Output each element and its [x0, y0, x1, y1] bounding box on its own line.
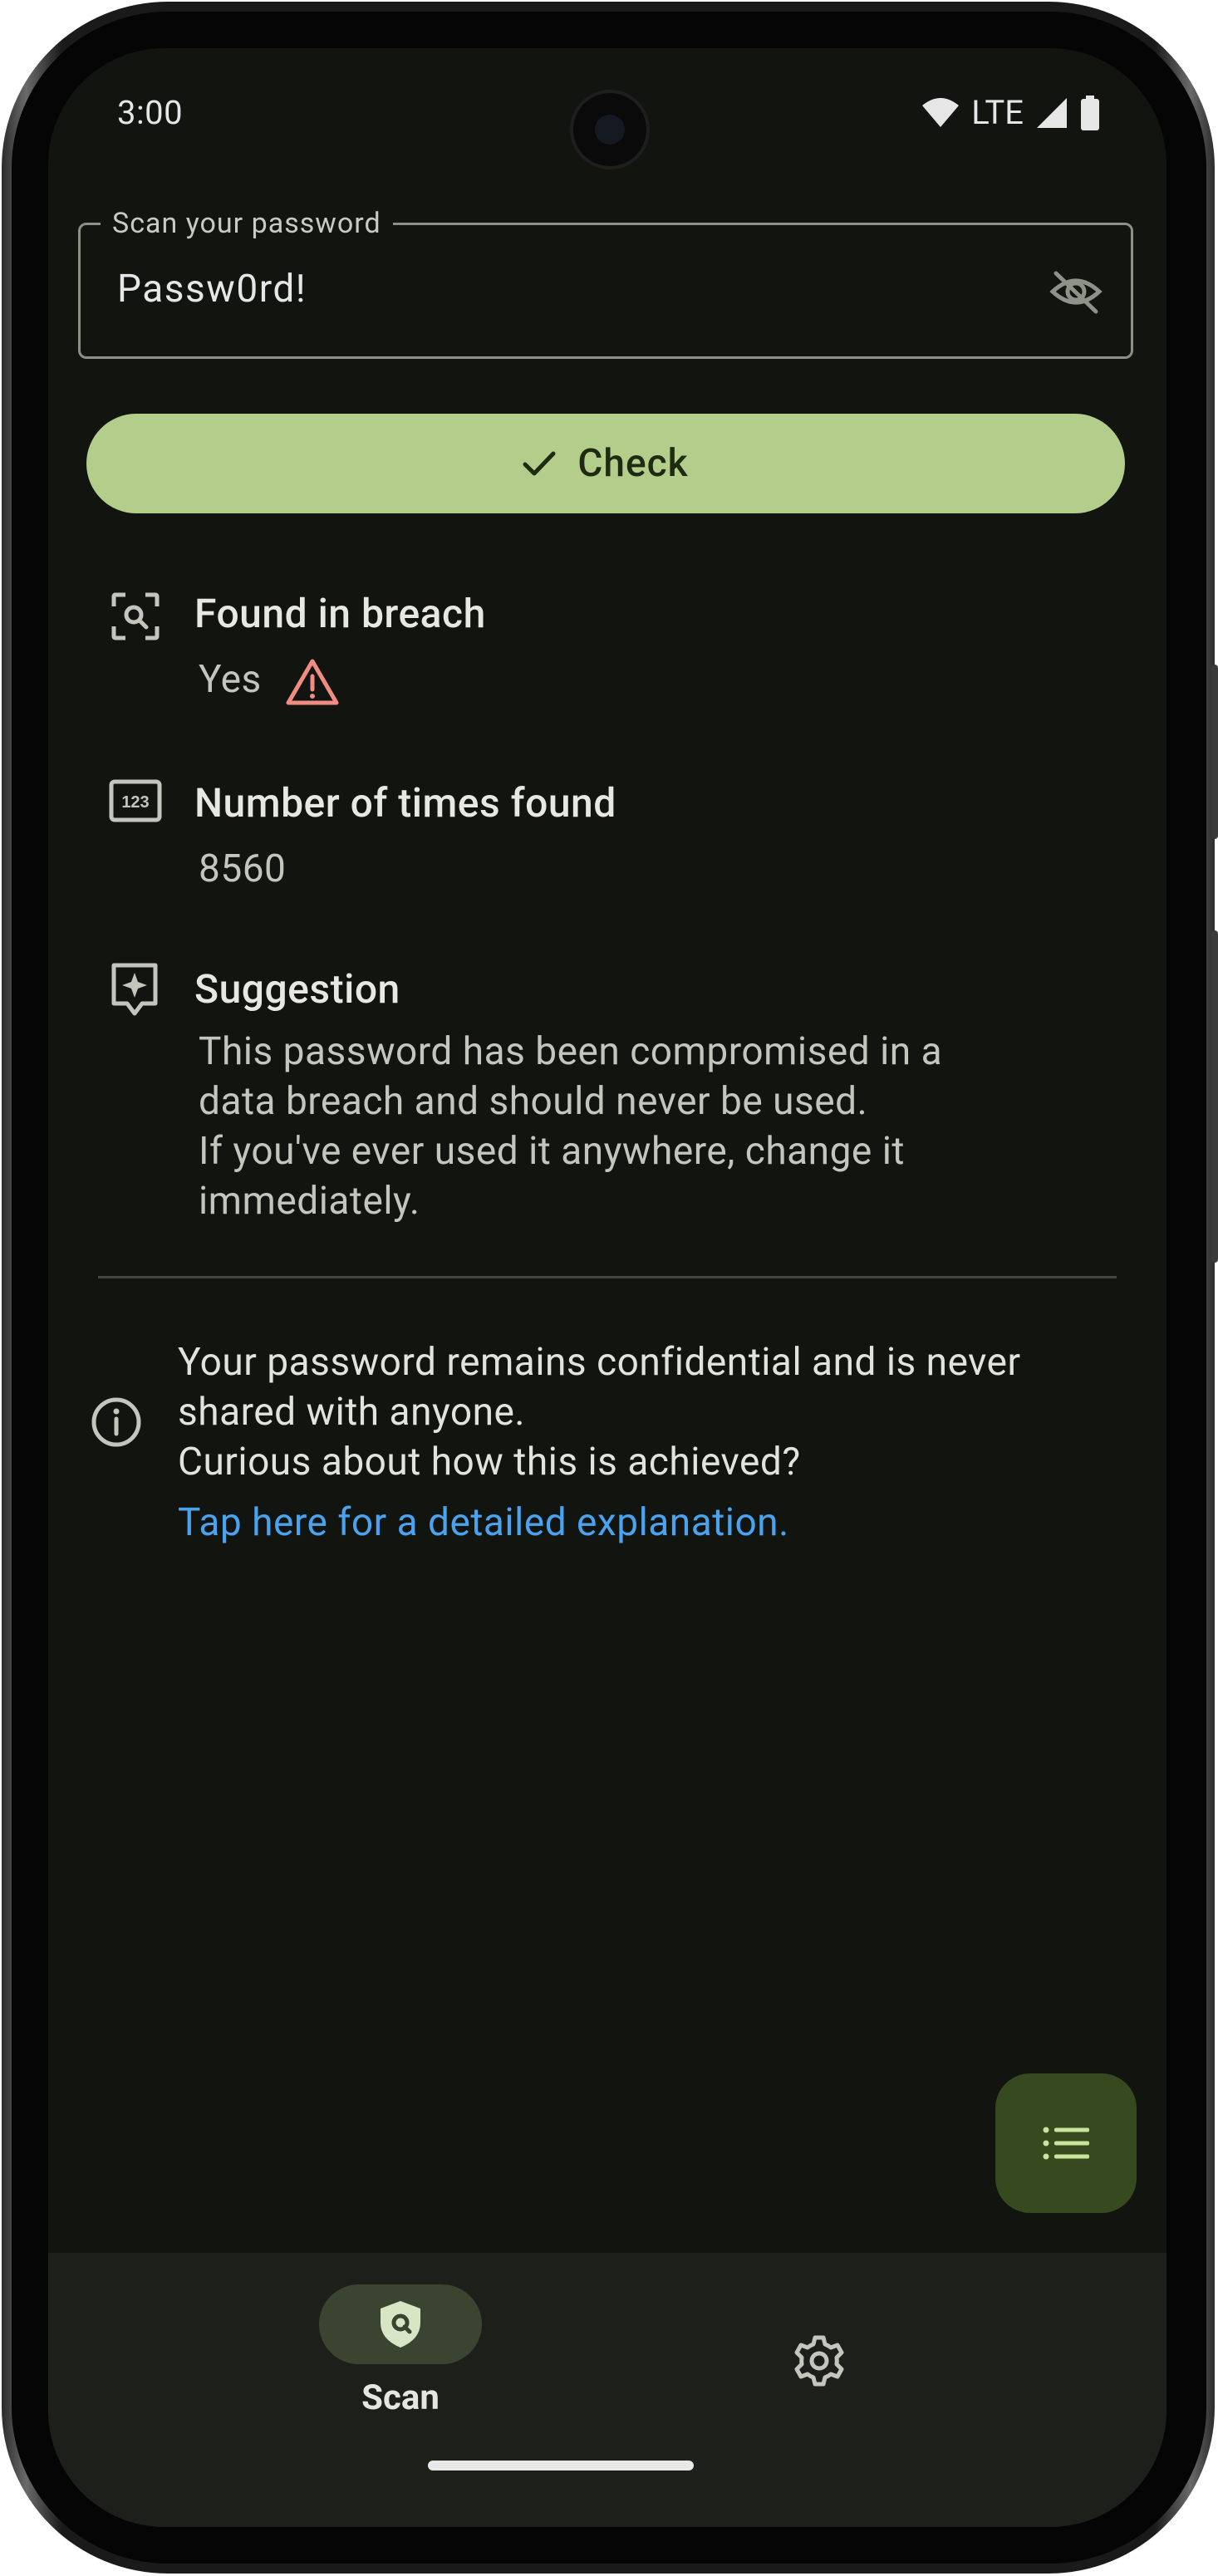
check-button[interactable]: Check — [86, 414, 1125, 513]
volume-button — [1211, 665, 1218, 839]
power-button — [1211, 930, 1218, 1263]
explanation-link[interactable]: Tap here for a detailed explanation. — [178, 1500, 789, 1545]
history-fab[interactable] — [995, 2073, 1137, 2213]
section-divider — [98, 1276, 1117, 1278]
breach-title: Found in breach — [194, 590, 486, 637]
info-line: Curious about how this is achieved? — [178, 1440, 801, 1484]
password-input[interactable]: Scan your password Passw0rd! — [78, 207, 1133, 359]
breach-value: Yes — [199, 657, 262, 702]
nav-item-scan[interactable] — [319, 2284, 482, 2364]
suggestion-title: Suggestion — [194, 965, 400, 1013]
suggestion-line: This password has been compromised in a — [199, 1029, 943, 1074]
password-input-value[interactable]: Passw0rd! — [117, 267, 307, 312]
visibility-off-icon[interactable] — [1049, 268, 1103, 315]
status-icons: LTE — [921, 93, 1100, 132]
home-indicator[interactable] — [428, 2461, 694, 2471]
check-icon — [523, 451, 556, 476]
password-input-label: Scan your password — [101, 207, 393, 240]
suggestion-line: If you've ever used it anywhere, change … — [199, 1129, 905, 1174]
svg-text:123: 123 — [121, 793, 149, 812]
bottom-navigation: Scan — [48, 2253, 1166, 2527]
sparkle-icon — [111, 963, 158, 1016]
gear-icon[interactable] — [793, 2334, 846, 2387]
app-screen: 3:00 LTE Scan your password Passw0rd! Ch… — [48, 48, 1166, 2527]
shield-search-icon — [381, 2301, 420, 2348]
count-value: 8560 — [199, 846, 287, 891]
nav-item-scan-label[interactable]: Scan — [319, 2377, 482, 2418]
battery-icon — [1081, 95, 1099, 130]
network-type: LTE — [971, 93, 1024, 132]
privacy-info-text: Your password remains confidential and i… — [178, 1337, 1117, 1487]
status-time: 3:00 — [117, 93, 184, 132]
suggestion-text: This password has been compromised in a … — [199, 1027, 942, 1226]
suggestion-line: data breach and should never be used. — [199, 1079, 868, 1124]
info-line: Your password remains confidential and i… — [178, 1340, 1021, 1385]
count-title: Number of times found — [194, 779, 616, 827]
info-icon — [91, 1397, 141, 1447]
numbers-123-icon: 123 — [109, 779, 162, 822]
search-scan-icon — [111, 592, 160, 640]
signal-icon — [1037, 97, 1067, 128]
device-frame: 3:00 LTE Scan your password Passw0rd! Ch… — [0, 0, 1218, 2576]
check-button-label: Check — [577, 441, 689, 486]
warning-icon — [286, 659, 339, 705]
list-icon — [1043, 2127, 1089, 2160]
wifi-icon — [922, 97, 960, 127]
info-line: shared with anyone. — [178, 1390, 526, 1435]
suggestion-line: immediately. — [199, 1179, 420, 1224]
front-camera — [570, 90, 650, 169]
